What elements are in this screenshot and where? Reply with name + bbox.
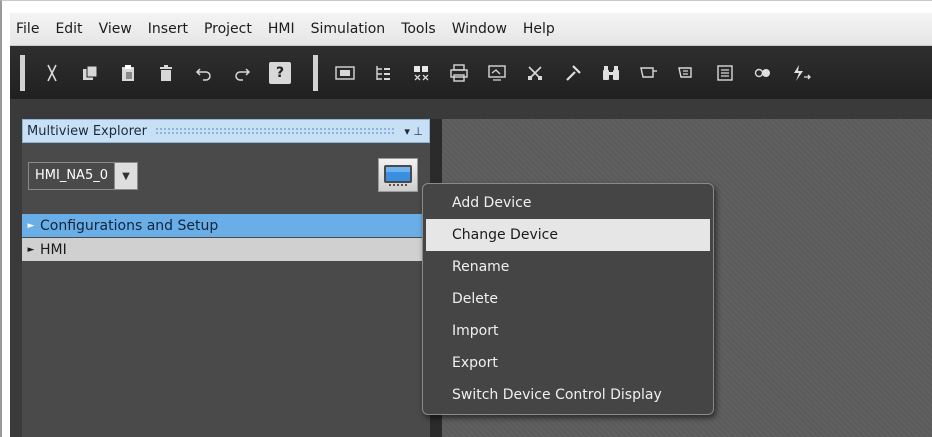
- delete-icon[interactable]: [151, 58, 181, 88]
- binoculars-icon[interactable]: [596, 58, 626, 88]
- cut-icon[interactable]: [37, 58, 67, 88]
- expand-arrow-icon[interactable]: ►: [22, 245, 40, 255]
- screen-icon[interactable]: [482, 58, 512, 88]
- tree-item-label: Configurations and Setup: [40, 217, 219, 234]
- redo-icon[interactable]: [227, 58, 257, 88]
- print-icon[interactable]: [444, 58, 474, 88]
- menu-help[interactable]: Help: [515, 13, 563, 45]
- device-dropdown-value: HMI_NA5_0: [29, 163, 114, 189]
- 3d-icon[interactable]: [330, 58, 360, 88]
- app-window: File Edit View Insert Project HMI Simula…: [0, 0, 932, 437]
- multiview-explorer: Multiview Explorer ▾ ⊥ HMI_NA5_0 ▼ ► Con…: [22, 119, 430, 437]
- menu-hmi[interactable]: HMI: [260, 13, 303, 45]
- device-alt-icon[interactable]: [672, 58, 702, 88]
- menu-simulation[interactable]: Simulation: [303, 13, 394, 45]
- menu-item-delete[interactable]: Delete: [426, 283, 710, 315]
- menu-item-rename[interactable]: Rename: [426, 251, 710, 283]
- explorer-title-bar[interactable]: Multiview Explorer ▾ ⊥: [22, 119, 430, 143]
- menu-view[interactable]: View: [91, 13, 140, 45]
- toolbar: ?: [10, 46, 932, 99]
- chevron-down-icon[interactable]: ▼: [114, 163, 137, 189]
- toolbar-separator: [20, 54, 25, 91]
- menu-item-change-device[interactable]: Change Device: [426, 219, 710, 251]
- menu-item-import[interactable]: Import: [426, 315, 710, 347]
- context-menu: Add Device Change Device Rename Delete I…: [422, 183, 714, 415]
- pin-icon[interactable]: ▾ ⊥: [404, 125, 423, 138]
- menu-bar: File Edit View Insert Project HMI Simula…: [10, 13, 932, 46]
- undo-icon[interactable]: [189, 58, 219, 88]
- device-icon[interactable]: [634, 58, 664, 88]
- toolbar-separator: [313, 54, 318, 91]
- paste-icon[interactable]: [113, 58, 143, 88]
- copy-icon[interactable]: [75, 58, 105, 88]
- build-icon[interactable]: [558, 58, 588, 88]
- tree-item-configurations-and-setup[interactable]: ► Configurations and Setup: [22, 214, 430, 237]
- menu-window[interactable]: Window: [444, 13, 515, 45]
- menu-item-switch-device-control-display[interactable]: Switch Device Control Display: [426, 379, 710, 411]
- explorer-title: Multiview Explorer: [27, 123, 147, 139]
- tree-item-label: HMI: [40, 241, 67, 258]
- menu-project[interactable]: Project: [196, 13, 260, 45]
- list-icon[interactable]: [710, 58, 740, 88]
- device-dropdown[interactable]: HMI_NA5_0 ▼: [28, 162, 138, 190]
- tree-item-hmi[interactable]: ► HMI: [22, 238, 430, 261]
- menu-item-export[interactable]: Export: [426, 347, 710, 379]
- menu-tools[interactable]: Tools: [393, 13, 444, 45]
- hierarchy-icon[interactable]: [368, 58, 398, 88]
- menu-edit[interactable]: Edit: [47, 13, 90, 45]
- title-grip: [154, 127, 397, 135]
- grid-icon[interactable]: [406, 58, 436, 88]
- tools-icon[interactable]: [520, 58, 550, 88]
- menu-item-add-device[interactable]: Add Device: [426, 187, 710, 219]
- menu-file[interactable]: File: [10, 13, 47, 45]
- menu-insert[interactable]: Insert: [140, 13, 196, 45]
- monitor-icon: [384, 165, 412, 186]
- help-icon[interactable]: ?: [269, 61, 291, 84]
- expand-arrow-icon[interactable]: ►: [22, 221, 40, 231]
- transfer-icon[interactable]: [786, 58, 816, 88]
- online-icon[interactable]: [748, 58, 778, 88]
- device-settings-button[interactable]: [378, 158, 418, 192]
